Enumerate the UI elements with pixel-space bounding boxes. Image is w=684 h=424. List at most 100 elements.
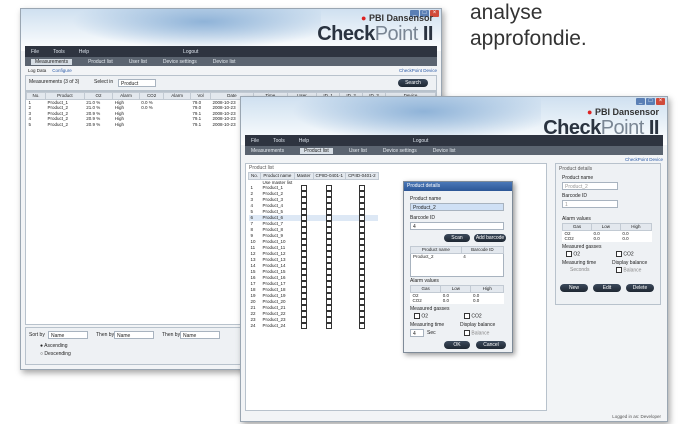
search-button[interactable]: Search xyxy=(398,79,428,87)
tab-measurements[interactable]: Measurements xyxy=(31,58,73,65)
filter-bar: Measurements (3 of 3) Select in Product … xyxy=(25,75,437,91)
cancel-button[interactable]: Cancel xyxy=(476,341,506,349)
dialog-barcode-list: Product name Barcode ID Product_2 4 xyxy=(410,246,505,277)
dialog-time-field[interactable]: 4 xyxy=(410,329,424,337)
menu-file[interactable]: File xyxy=(31,49,39,55)
table-cell: 20.9 % xyxy=(86,121,101,127)
column-header[interactable]: CPIID-0401-1 xyxy=(312,172,347,180)
new-button[interactable]: New xyxy=(560,284,588,292)
column-header[interactable]: Vol xyxy=(189,92,212,100)
alarm-low[interactable]: 0.0 xyxy=(441,298,471,304)
side-title: Product details xyxy=(559,166,593,172)
row-number: 24 xyxy=(250,323,256,329)
dialog-co2-checkbox[interactable]: CO2 xyxy=(464,313,482,319)
tab-user-list[interactable]: User list xyxy=(349,148,367,154)
menu-help[interactable]: Help xyxy=(299,138,309,144)
scan-button[interactable]: Scan xyxy=(444,234,470,242)
column-header[interactable]: CPIID-0401-2 xyxy=(345,172,379,180)
brand-product-point: Point xyxy=(374,23,419,45)
dialog-display-label: Display balance xyxy=(460,322,496,328)
checkbox-cell xyxy=(346,323,379,330)
tab-measurements[interactable]: Measurements xyxy=(251,148,284,154)
side-balance-checkbox[interactable]: Balance xyxy=(616,267,641,273)
brand-company: PBI Dansensor xyxy=(594,107,659,117)
column-header[interactable]: Master xyxy=(293,172,314,180)
menu-logout[interactable]: Logout xyxy=(413,138,428,144)
side-time-label: Measuring time xyxy=(562,260,597,266)
side-o2-checkbox[interactable]: O2 xyxy=(566,251,580,257)
side-balance-label: Balance xyxy=(623,267,642,274)
menu-help[interactable]: Help xyxy=(79,49,89,55)
assign-checkbox[interactable] xyxy=(300,323,307,330)
table-cell xyxy=(139,122,164,128)
dialog-balance-checkbox[interactable]: Balance xyxy=(464,330,489,336)
dialog-barcode-field[interactable]: 4 xyxy=(410,222,504,230)
tab-device-settings[interactable]: Device settings xyxy=(163,59,197,65)
tab-user-list[interactable]: User list xyxy=(129,59,147,65)
side-name-field[interactable]: Product_2 xyxy=(562,182,618,190)
header-banner: _ □ × ● PBI Dansensor CheckPoint II xyxy=(21,9,441,51)
tab-product-list[interactable]: Product list xyxy=(88,59,113,65)
menu-tools[interactable]: Tools xyxy=(273,138,285,144)
tab-device-settings[interactable]: Device settings xyxy=(383,148,417,154)
delete-button[interactable]: Delete xyxy=(626,284,654,292)
status-right: CheckPoint Device xyxy=(624,156,663,162)
sort-descending-radio[interactable]: ○ Descending xyxy=(40,351,71,357)
select-in-label: Select in xyxy=(94,79,114,85)
product-list-window: _ □ × ● PBI Dansensor CheckPoint II File… xyxy=(240,96,668,422)
menu-logout[interactable]: Logout xyxy=(183,49,198,55)
measurements-count: Measurements (3 of 3) xyxy=(29,79,80,85)
minimize-icon[interactable]: _ xyxy=(636,98,645,105)
dlg-alarm-col-gas: Gas xyxy=(409,285,442,293)
column-header[interactable]: CO2 xyxy=(138,92,165,100)
tab-device-list[interactable]: Device list xyxy=(213,59,236,65)
log-configure-link[interactable]: Configure xyxy=(52,68,72,73)
alarm-high: 0.0 xyxy=(622,236,629,242)
menu-tools[interactable]: Tools xyxy=(53,49,65,55)
sort-by-dropdown[interactable]: Name xyxy=(48,331,88,339)
caption: analyse approfondie. xyxy=(470,0,684,52)
column-header[interactable]: No. xyxy=(26,92,46,100)
side-co2-checkbox[interactable]: CO2 xyxy=(616,251,634,257)
column-header[interactable]: No. xyxy=(247,172,262,180)
dialog-o2-checkbox[interactable]: O2 xyxy=(414,313,428,319)
menu-bar: File Tools Help Logout xyxy=(245,135,663,146)
then-by-dropdown[interactable]: Name xyxy=(114,331,154,339)
checkbox-cell xyxy=(313,323,346,330)
column-header[interactable]: Alarm xyxy=(163,92,191,100)
column-header[interactable]: O2 xyxy=(83,92,114,100)
column-header[interactable]: Product name xyxy=(260,172,295,180)
add-barcode-button[interactable]: Add barcode xyxy=(474,234,506,242)
assign-checkbox[interactable] xyxy=(326,323,333,330)
select-in-dropdown[interactable]: Product xyxy=(118,79,156,87)
edit-button[interactable]: Edit xyxy=(593,284,621,292)
login-status: Logged in as: Developer xyxy=(612,414,661,419)
then-by2-dropdown[interactable]: Name xyxy=(180,331,220,339)
dlg-alarm-col-low: Low xyxy=(440,285,472,293)
column-header[interactable]: Product xyxy=(45,92,85,100)
banner-swoosh xyxy=(61,9,321,51)
column-header[interactable]: Alarm xyxy=(112,92,140,100)
side-display-label: Display balance xyxy=(612,260,648,266)
side-barcode-field[interactable]: 1 xyxy=(562,200,618,208)
dialog-time-label: Measuring time xyxy=(410,322,445,328)
menu-file[interactable]: File xyxy=(251,138,259,144)
table-row[interactable]: 24 Product_24 xyxy=(249,323,379,330)
tab-device-list[interactable]: Device list xyxy=(433,148,456,154)
brand-product-main: Check xyxy=(317,23,375,45)
table-cell: Product_2 xyxy=(47,121,69,127)
tab-product-list[interactable]: Product list xyxy=(300,147,333,154)
ok-button[interactable]: OK xyxy=(444,341,470,349)
checkbox-cell xyxy=(294,323,313,330)
dlg-alarm-col-high: High xyxy=(470,285,504,293)
assign-checkbox[interactable] xyxy=(358,323,365,330)
close-icon[interactable]: × xyxy=(656,98,665,105)
dialog-title: Product details xyxy=(404,182,512,191)
maximize-icon[interactable]: □ xyxy=(646,98,655,105)
dlg-col-barcode: Barcode ID xyxy=(460,246,505,254)
log-header: Log Data Configure CheckPoint Device xyxy=(25,67,437,73)
dialog-name-field[interactable]: Product_2 xyxy=(410,203,504,211)
alarm-high[interactable]: 0.0 xyxy=(471,298,504,304)
side-o2-label: O2 xyxy=(573,251,581,258)
sort-ascending-radio[interactable]: ● Ascending xyxy=(40,343,68,349)
